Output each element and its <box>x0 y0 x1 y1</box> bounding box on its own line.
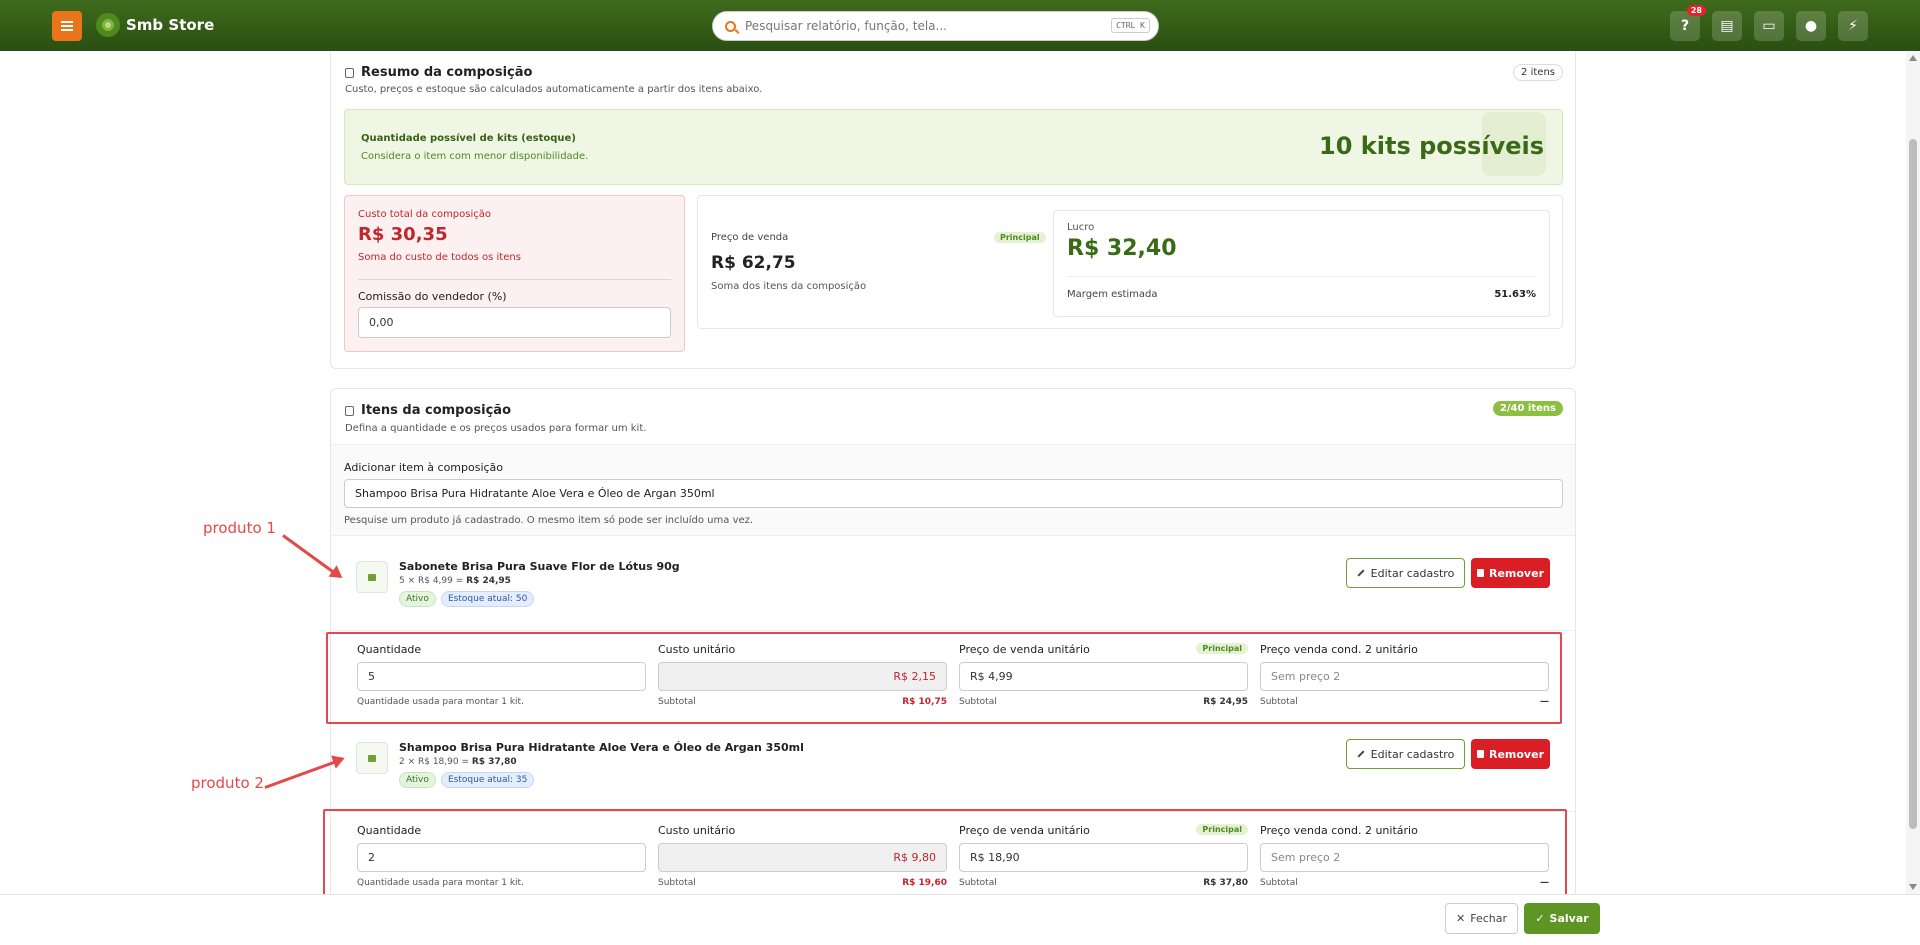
item-calc: 2 × R$ 18,90 = R$ 37,80 <box>399 757 517 767</box>
status-badge: Ativo <box>399 591 436 607</box>
trash-icon <box>1476 750 1484 758</box>
cost-value: R$ 30,35 <box>358 224 448 245</box>
kits-value: 10 kits possíveis <box>1319 132 1544 160</box>
lightning-icon: ⚡ <box>1848 18 1858 34</box>
top-navbar: Smb Store CTRL K ? 28 ▤ ▭ ● ⚡ <box>0 0 1920 51</box>
hamburger-menu-button[interactable] <box>52 11 82 41</box>
item-name: Shampoo Brisa Pura Hidratante Aloe Vera … <box>399 741 804 754</box>
check-icon: ✓ <box>1535 912 1545 925</box>
annotation-box-product-2 <box>323 809 1567 894</box>
items-header: Itens da composição <box>345 403 511 418</box>
close-button[interactable]: ✕ Fechar <box>1445 903 1518 934</box>
annotation-label-product-1: produto 1 <box>203 519 276 537</box>
kits-possible-panel: Quantidade possível de kits (estoque) Co… <box>344 109 1563 185</box>
notification-badge: 28 <box>1686 5 1706 16</box>
chat-icon: ● <box>1804 18 1818 34</box>
cart-icon: ▤ <box>1720 18 1734 34</box>
search-icon <box>725 20 736 32</box>
main-content: Resumo da composição Custo, preços e est… <box>0 51 1920 894</box>
items-count-badge: 2 itens <box>1513 64 1563 81</box>
summary-card: Resumo da composição Custo, preços e est… <box>330 51 1576 369</box>
sale-price-subtitle: Soma dos itens da composição <box>711 281 867 292</box>
remove-item-button[interactable]: Remover <box>1471 558 1550 588</box>
profit-panel: Lucro R$ 32,40 Margem estimada 51.63% <box>1053 210 1550 317</box>
commission-input[interactable] <box>358 307 671 338</box>
edit-product-button[interactable]: Editar cadastro <box>1346 739 1465 769</box>
search-input[interactable] <box>745 19 1105 33</box>
profit-label: Lucro <box>1067 222 1095 233</box>
boxes-icon <box>345 405 354 416</box>
add-item-label: Adicionar item à composição <box>344 461 504 474</box>
pencil-icon <box>1357 750 1365 758</box>
margin-label: Margem estimada <box>1067 289 1158 300</box>
items-title: Itens da composição <box>361 403 512 418</box>
cart-button[interactable]: ▤ <box>1712 11 1742 41</box>
sale-price-label: Preço de venda <box>711 232 789 243</box>
status-badge: Ativo <box>399 772 436 788</box>
brand-logo-icon <box>96 13 120 37</box>
items-subtitle: Defina a quantidade e os preços usados p… <box>345 423 647 434</box>
quick-actions-button[interactable]: ⚡ <box>1838 11 1868 41</box>
chat-button[interactable]: ● <box>1796 11 1826 41</box>
close-icon: ✕ <box>1456 912 1466 925</box>
product-thumbnail-icon <box>356 742 388 774</box>
monitor-button[interactable]: ▭ <box>1754 11 1784 41</box>
page-scrollbar[interactable] <box>1906 51 1920 894</box>
item-calc: 5 × R$ 4,99 = R$ 24,95 <box>399 576 511 586</box>
product-thumbnail-icon <box>356 561 388 593</box>
summary-subtitle: Custo, preços e estoque são calculados a… <box>345 84 763 95</box>
edit-product-button[interactable]: Editar cadastro <box>1346 558 1465 588</box>
kits-subtitle: Considera o item com menor disponibilida… <box>361 151 589 162</box>
total-cost-panel: Custo total da composição R$ 30,35 Soma … <box>344 195 685 352</box>
summary-header: Resumo da composição <box>345 65 532 80</box>
shortcut-hint: CTRL K <box>1111 18 1150 33</box>
kits-label: Quantidade possível de kits (estoque) <box>361 133 576 144</box>
summary-title: Resumo da composição <box>361 65 533 80</box>
divider <box>358 279 671 280</box>
global-search[interactable]: CTRL K <box>712 11 1159 41</box>
menu-icon <box>61 25 73 27</box>
item-name: Sabonete Brisa Pura Suave Flor de Lótus … <box>399 560 680 573</box>
help-button[interactable]: ? 28 <box>1670 5 1706 41</box>
principal-badge: Principal <box>994 232 1046 243</box>
trash-icon <box>1476 569 1484 577</box>
stock-badge: Estoque atual: 50 <box>441 591 535 607</box>
annotation-box-product-1 <box>326 632 1562 724</box>
brand-name: Smb Store <box>126 16 215 34</box>
calculator-icon <box>345 67 354 78</box>
scroll-up-icon[interactable] <box>1909 55 1917 61</box>
profit-value: R$ 32,40 <box>1067 236 1177 261</box>
margin-value: 51.63% <box>1494 289 1536 300</box>
monitor-icon: ▭ <box>1762 18 1776 34</box>
brand[interactable]: Smb Store <box>96 13 214 37</box>
price-profit-panel: Preço de venda Principal R$ 62,75 Soma d… <box>697 195 1563 329</box>
pencil-icon <box>1357 569 1365 577</box>
stock-badge: Estoque atual: 35 <box>441 772 535 788</box>
divider <box>1067 276 1536 277</box>
scrollbar-thumb[interactable] <box>1909 139 1917 829</box>
help-icon: ? <box>1680 18 1690 34</box>
footer-actions: ✕ Fechar ✓ Salvar <box>0 894 1920 945</box>
commission-label: Comissão do vendedor (%) <box>358 290 507 303</box>
cost-label: Custo total da composição <box>358 209 492 220</box>
add-item-hint: Pesquise um produto já cadastrado. O mes… <box>344 515 754 526</box>
annotation-label-product-2: produto 2 <box>191 774 264 792</box>
scroll-down-icon[interactable] <box>1909 884 1917 890</box>
sale-price-value: R$ 62,75 <box>711 253 796 273</box>
add-item-search-input[interactable] <box>344 479 1563 508</box>
add-item-area: Adicionar item à composição Pesquise um … <box>331 444 1575 536</box>
cost-subtitle: Soma do custo de todos os itens <box>358 252 521 263</box>
remove-item-button[interactable]: Remover <box>1471 739 1550 769</box>
items-limit-badge: 2/40 itens <box>1492 401 1563 416</box>
save-button[interactable]: ✓ Salvar <box>1524 903 1600 934</box>
